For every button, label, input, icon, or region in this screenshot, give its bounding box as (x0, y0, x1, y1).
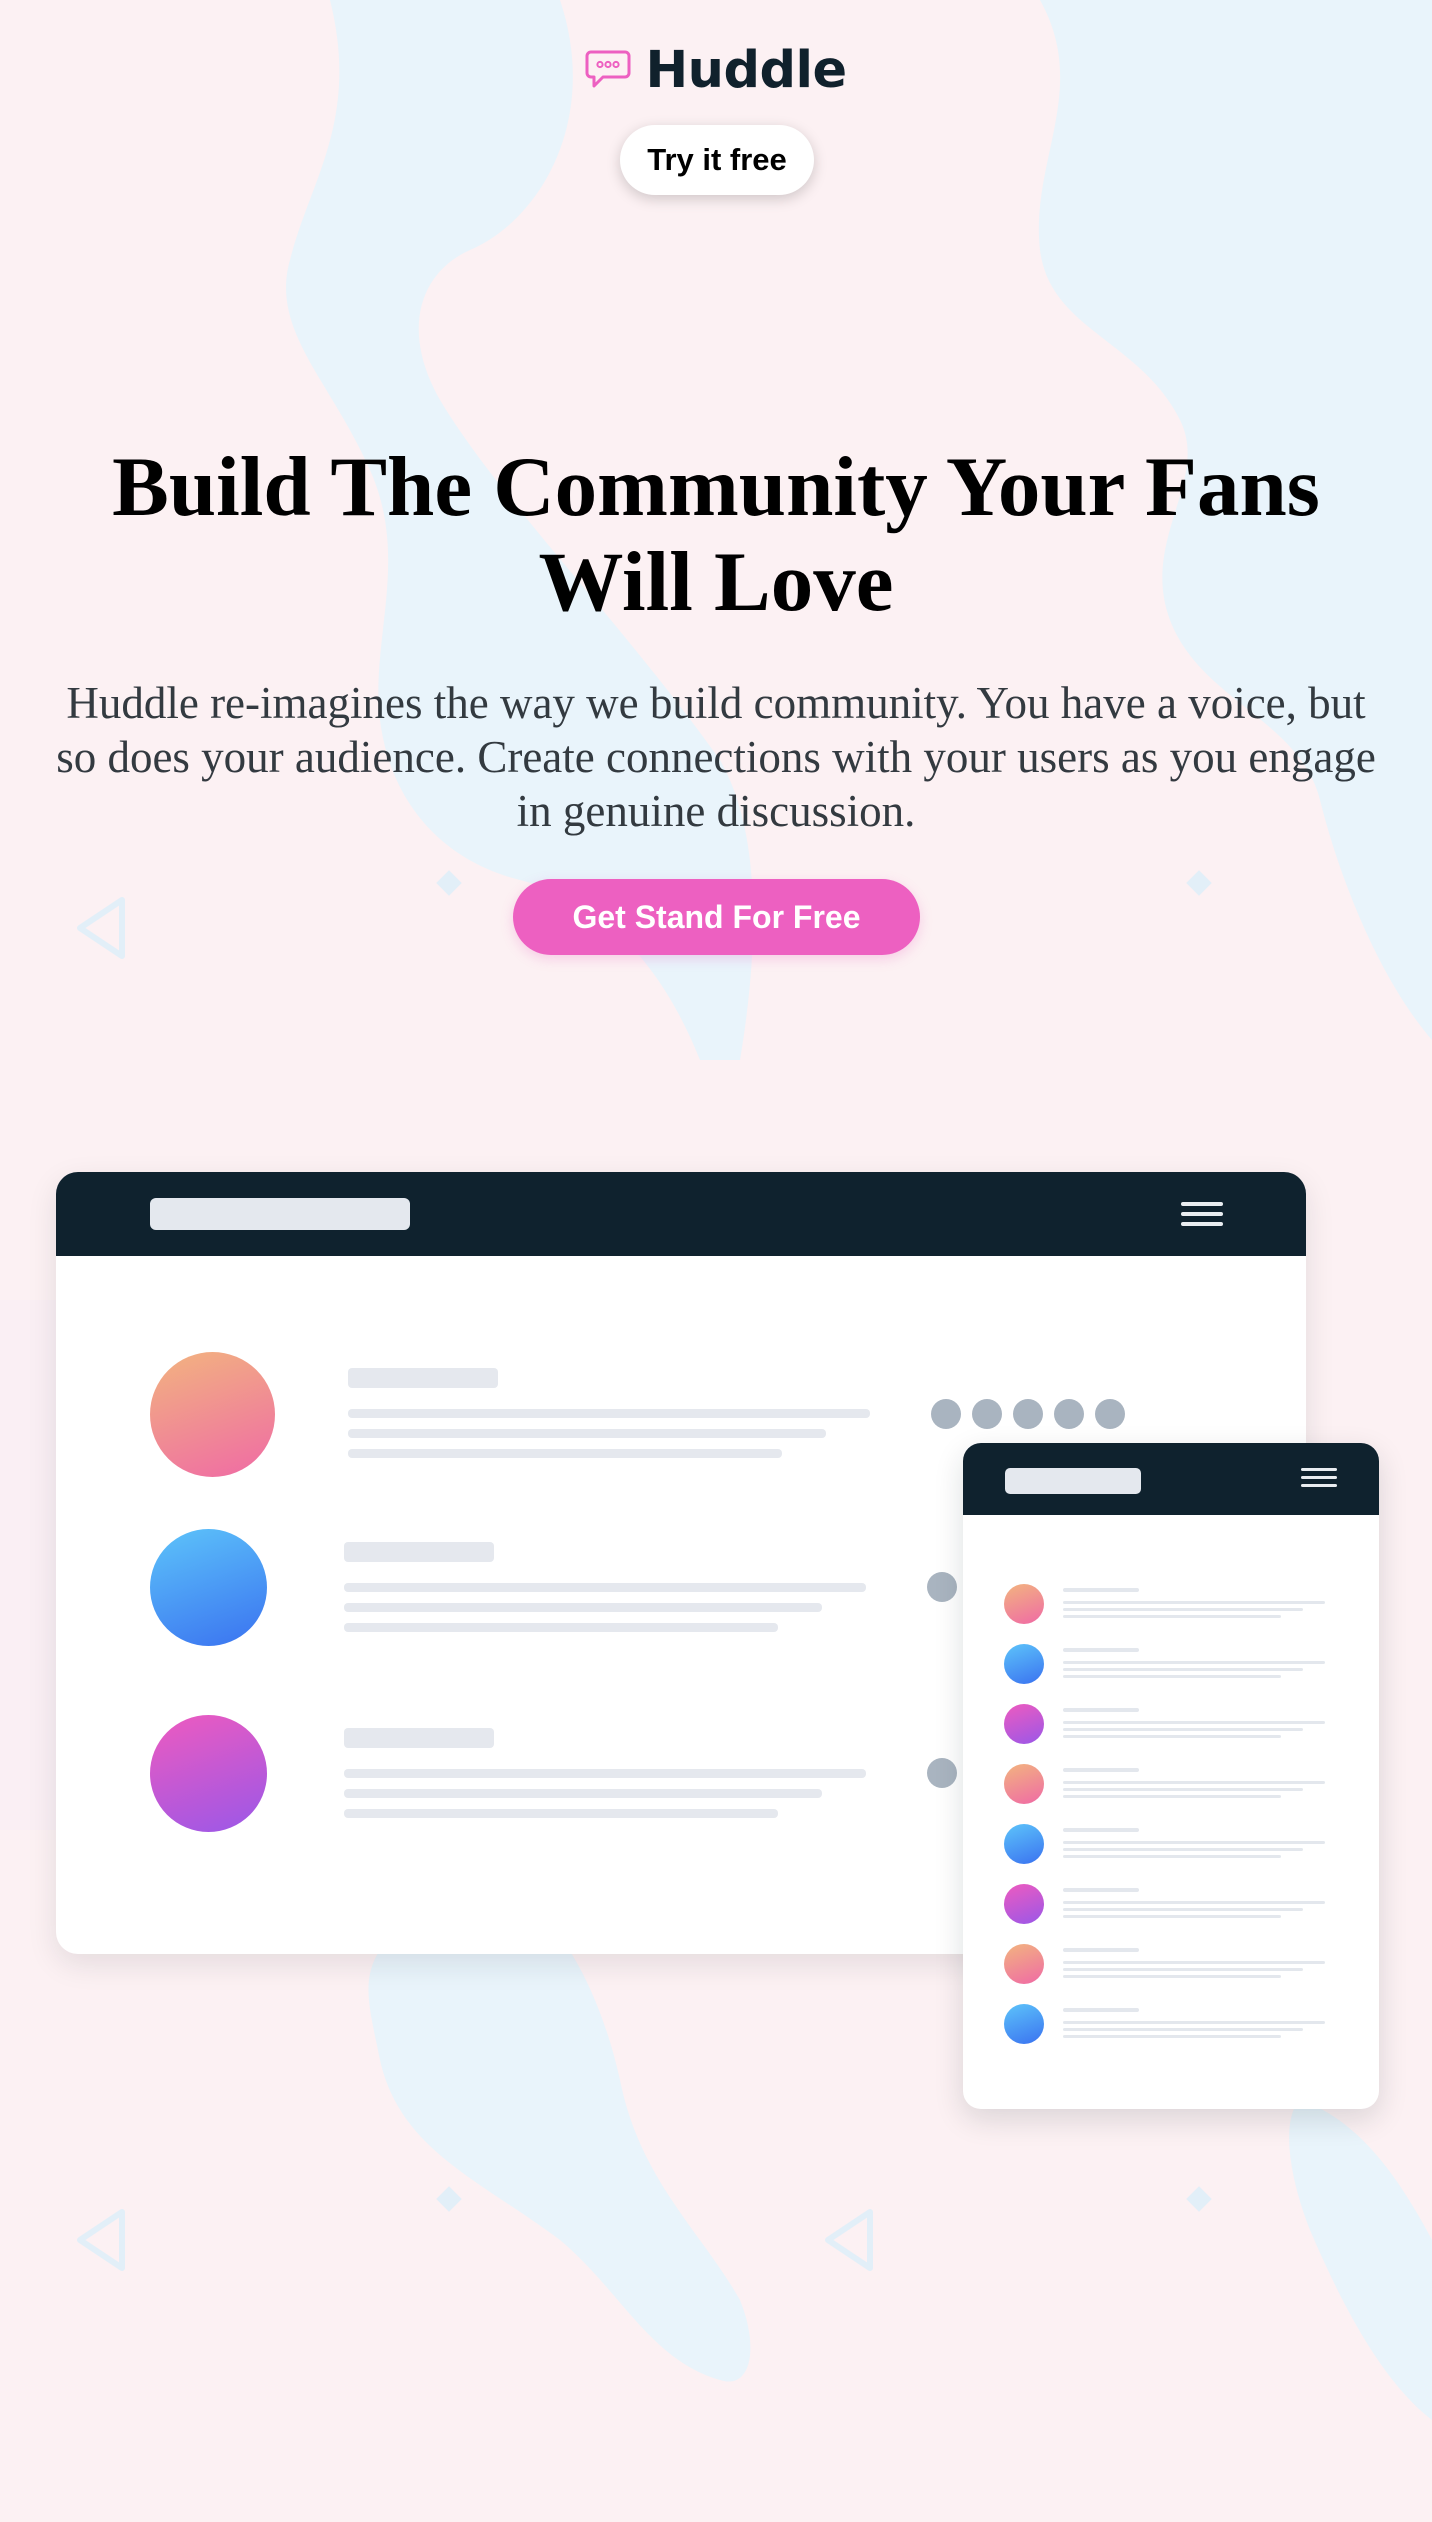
placeholder-line (348, 1368, 498, 1388)
placeholder-line (344, 1542, 494, 1562)
placeholder-line (1063, 1961, 1325, 1964)
placeholder-line (1063, 1608, 1303, 1611)
placeholder-line (1063, 2035, 1281, 2038)
placeholder-line (1063, 1728, 1303, 1731)
placeholder-line (1063, 1668, 1303, 1671)
placeholder-line (1063, 1841, 1325, 1844)
placeholder-line (1063, 1968, 1303, 1971)
placeholder-line (1063, 1901, 1325, 1904)
status-dot (972, 1399, 1002, 1429)
status-dot (1095, 1399, 1125, 1429)
placeholder-line (344, 1728, 494, 1748)
mockup-titlebar (963, 1443, 1379, 1515)
placeholder-line (1063, 1915, 1281, 1918)
avatar (150, 1529, 267, 1646)
placeholder-line (1063, 1661, 1325, 1664)
placeholder-line (1063, 1795, 1281, 1798)
status-dot (1054, 1399, 1084, 1429)
placeholder-line (1063, 2008, 1139, 2012)
try-it-free-button[interactable]: Try it free (620, 125, 814, 195)
landing-page: Huddle Try it free Build The Community Y… (0, 0, 1432, 2522)
brand-logo[interactable]: Huddle (0, 40, 1432, 100)
placeholder-line (1063, 1588, 1139, 1592)
chat-bubble-icon (585, 50, 631, 88)
placeholder-line (1063, 1708, 1139, 1712)
placeholder-line (1063, 1828, 1139, 1832)
hamburger-menu-icon (1181, 1202, 1223, 1232)
hamburger-menu-icon (1301, 1468, 1337, 1492)
placeholder-line (1063, 1735, 1281, 1738)
avatar (1004, 1704, 1044, 1744)
placeholder-line (348, 1429, 826, 1438)
avatar (1004, 1884, 1044, 1924)
placeholder-line (344, 1583, 866, 1592)
status-dot (927, 1572, 957, 1602)
placeholder-line (1063, 1948, 1139, 1952)
placeholder-line (1063, 1648, 1139, 1652)
avatar (150, 1715, 267, 1832)
placeholder-line (1063, 2021, 1325, 2024)
mockup-address-bar (1005, 1468, 1141, 1494)
avatar (1004, 1824, 1044, 1864)
placeholder-line (344, 1809, 778, 1818)
avatar (1004, 1944, 1044, 1984)
placeholder-line (1063, 1675, 1281, 1678)
placeholder-line (1063, 2028, 1303, 2031)
placeholder-line (344, 1603, 822, 1612)
placeholder-line (1063, 1855, 1281, 1858)
placeholder-line (348, 1409, 870, 1418)
placeholder-line (1063, 1721, 1325, 1724)
avatar (1004, 1764, 1044, 1804)
hero-title: Build The Community Your Fans Will Love (112, 440, 1320, 629)
get-started-button[interactable]: Get Stand For Free (513, 879, 920, 955)
hero-description: Huddle re-imagines the way we build comm… (56, 678, 1376, 836)
mockup-address-bar (150, 1198, 410, 1230)
placeholder-line (1063, 1848, 1303, 1851)
placeholder-line (1063, 1615, 1281, 1618)
placeholder-line (344, 1789, 822, 1798)
placeholder-line (348, 1449, 782, 1458)
status-dot (927, 1758, 957, 1788)
placeholder-line (1063, 1601, 1325, 1604)
avatar (150, 1352, 275, 1477)
placeholder-line (1063, 1975, 1281, 1978)
mobile-mockup (963, 1443, 1379, 2109)
avatar (1004, 2004, 1044, 2044)
placeholder-line (1063, 1788, 1303, 1791)
placeholder-line (344, 1623, 778, 1632)
placeholder-line (1063, 1781, 1325, 1784)
status-dot (931, 1399, 961, 1429)
avatar (1004, 1584, 1044, 1624)
placeholder-line (1063, 1888, 1139, 1892)
status-dot (1013, 1399, 1043, 1429)
mockup-titlebar (56, 1172, 1306, 1256)
placeholder-line (1063, 1908, 1303, 1911)
brand-name: Huddle (645, 40, 847, 100)
placeholder-line (1063, 1768, 1139, 1772)
placeholder-line (344, 1769, 866, 1778)
avatar (1004, 1644, 1044, 1684)
